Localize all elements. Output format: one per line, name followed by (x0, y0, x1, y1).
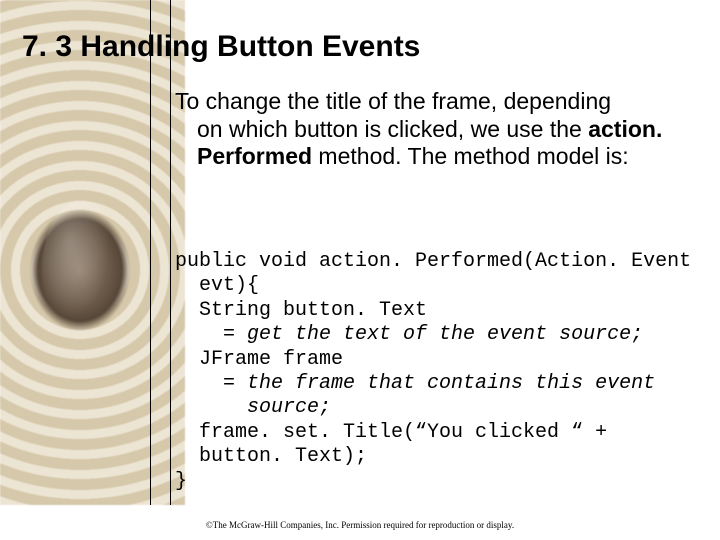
code-l5: JFrame frame (175, 348, 343, 371)
code-l4a: = (175, 323, 247, 346)
vertical-rule-right (170, 0, 171, 505)
code-l6b: the frame that contains this event (247, 372, 655, 395)
code-l6a: = (175, 372, 247, 395)
slide-body-text: To change the title of the frame, depend… (175, 88, 705, 171)
code-l1: public void action. Performed(Action. Ev… (175, 250, 691, 273)
body-rest-pre: on which button is clicked, we use the (197, 116, 588, 142)
body-line-1: To change the title of the frame, depend… (175, 88, 705, 116)
code-l8: frame. set. Title(“You clicked “ + (175, 421, 607, 444)
zen-stone-background (0, 0, 185, 505)
body-rest: on which button is clicked, we use the a… (175, 116, 705, 171)
body-rest-post: method. The method model is: (312, 143, 629, 169)
slide-heading: 7. 3 Handling Button Events (22, 30, 420, 64)
code-l3: String button. Text (175, 299, 427, 322)
vertical-rule-left (150, 0, 151, 505)
code-block: public void action. Performed(Action. Ev… (175, 250, 705, 494)
code-l10: } (175, 470, 187, 493)
code-l7: source; (175, 396, 331, 419)
copyright-footer: ©The McGraw-Hill Companies, Inc. Permiss… (0, 520, 720, 530)
code-l9: button. Text); (175, 445, 367, 468)
code-l4b: get the text of the event source; (247, 323, 643, 346)
slide: 7. 3 Handling Button Events To change th… (0, 0, 720, 540)
code-l2: evt){ (175, 274, 259, 297)
